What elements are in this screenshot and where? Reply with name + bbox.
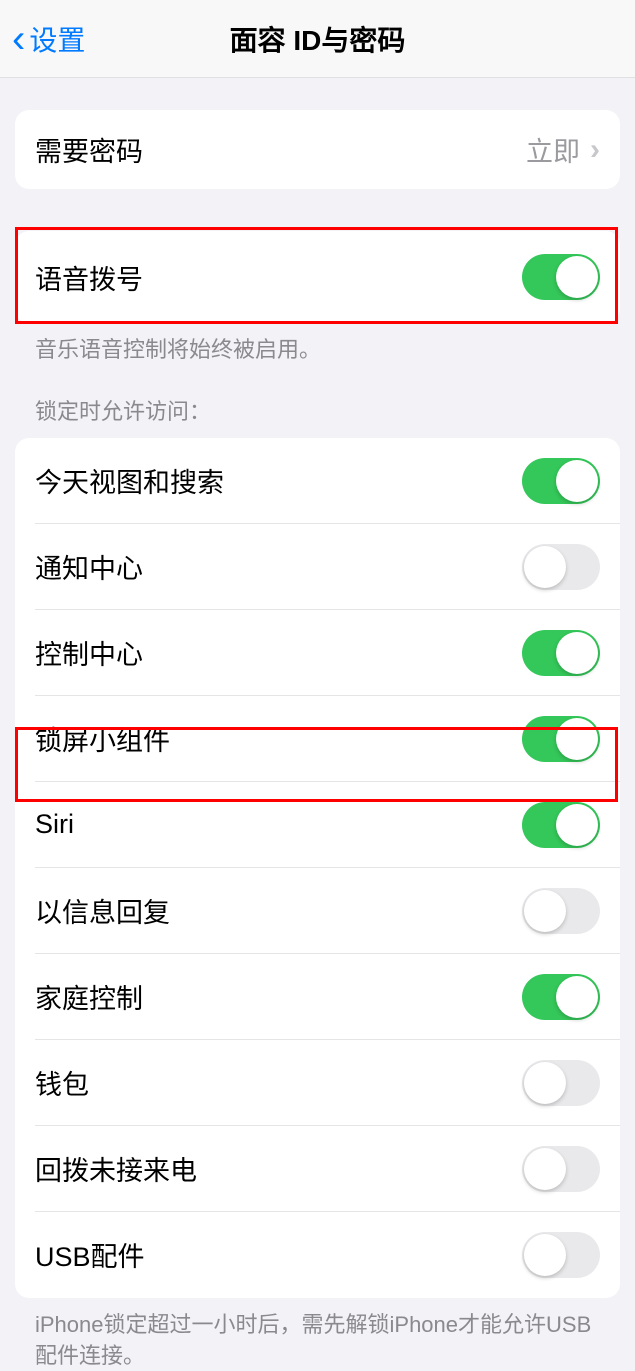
list-item-label: 回拨未接来电 bbox=[35, 1149, 197, 1188]
list-item-toggle[interactable] bbox=[522, 630, 600, 676]
toggle-knob bbox=[524, 1148, 566, 1190]
page-title: 面容 ID与密码 bbox=[230, 19, 406, 59]
back-button[interactable]: ‹ 设置 bbox=[12, 19, 85, 59]
list-item-toggle[interactable] bbox=[522, 544, 600, 590]
nav-header: ‹ 设置 面容 ID与密码 bbox=[0, 0, 635, 78]
list-item: 家庭控制 bbox=[15, 954, 620, 1040]
voice-dial-footer: 音乐语音控制将始终被启用。 bbox=[15, 323, 620, 366]
list-item-toggle[interactable] bbox=[522, 1232, 600, 1278]
list-item-toggle[interactable] bbox=[522, 802, 600, 848]
chevron-left-icon: ‹ bbox=[12, 19, 25, 59]
back-label: 设置 bbox=[29, 19, 85, 59]
allow-access-list: 今天视图和搜索通知中心控制中心锁屏小组件 Siri 以信息回复家庭控制钱包回拨未接来… bbox=[15, 438, 620, 1298]
toggle-knob bbox=[556, 718, 598, 760]
allow-access-header: 锁定时允许访问： bbox=[15, 366, 620, 434]
toggle-knob bbox=[556, 256, 598, 298]
voice-dial-toggle[interactable] bbox=[522, 254, 600, 300]
list-item-label: 今天视图和搜索 bbox=[35, 461, 224, 500]
toggle-knob bbox=[556, 976, 598, 1018]
list-item-label: 钱包 bbox=[35, 1063, 89, 1102]
passcode-section: 需要密码 立即 › bbox=[15, 110, 620, 189]
voice-dial-label: 语音拨号 bbox=[35, 258, 143, 297]
list-item-toggle[interactable] bbox=[522, 888, 600, 934]
toggle-knob bbox=[556, 804, 598, 846]
list-item: Siri bbox=[15, 782, 620, 868]
require-passcode-row[interactable]: 需要密码 立即 › bbox=[15, 110, 620, 189]
list-item-toggle[interactable] bbox=[522, 458, 600, 504]
toggle-knob bbox=[556, 460, 598, 502]
list-item-label: 以信息回复 bbox=[35, 891, 170, 930]
list-item: 今天视图和搜索 bbox=[15, 438, 620, 524]
list-item: 钱包 bbox=[15, 1040, 620, 1126]
list-item-toggle[interactable] bbox=[522, 1060, 600, 1106]
list-item-label: 通知中心 bbox=[35, 547, 143, 586]
allow-access-footer: iPhone锁定超过一小时后，需先解锁iPhone才能允许USB配件连接。 bbox=[15, 1298, 620, 1371]
list-item: 控制中心 bbox=[15, 610, 620, 696]
list-item-label: 锁屏小组件 bbox=[35, 719, 170, 758]
list-item: 通知中心 bbox=[15, 524, 620, 610]
list-item: 锁屏小组件 bbox=[15, 696, 620, 782]
list-item: 以信息回复 bbox=[15, 868, 620, 954]
list-item-label: 家庭控制 bbox=[35, 977, 143, 1016]
toggle-knob bbox=[556, 632, 598, 674]
voice-dial-section: 语音拨号 bbox=[15, 231, 620, 323]
list-item-toggle[interactable] bbox=[522, 716, 600, 762]
list-item-label: 控制中心 bbox=[35, 633, 143, 672]
list-item: USB配件 bbox=[15, 1212, 620, 1298]
chevron-right-icon: › bbox=[590, 133, 600, 167]
list-item-toggle[interactable] bbox=[522, 1146, 600, 1192]
list-item-toggle[interactable] bbox=[522, 974, 600, 1020]
require-passcode-value: 立即 bbox=[526, 130, 580, 169]
toggle-knob bbox=[524, 1234, 566, 1276]
require-passcode-label: 需要密码 bbox=[35, 130, 143, 169]
voice-dial-row: 语音拨号 bbox=[15, 231, 620, 323]
toggle-knob bbox=[524, 890, 566, 932]
toggle-knob bbox=[524, 546, 566, 588]
list-item: 回拨未接来电 bbox=[15, 1126, 620, 1212]
list-item-label: Siri bbox=[35, 809, 74, 840]
toggle-knob bbox=[524, 1062, 566, 1104]
list-item-label: USB配件 bbox=[35, 1235, 145, 1274]
